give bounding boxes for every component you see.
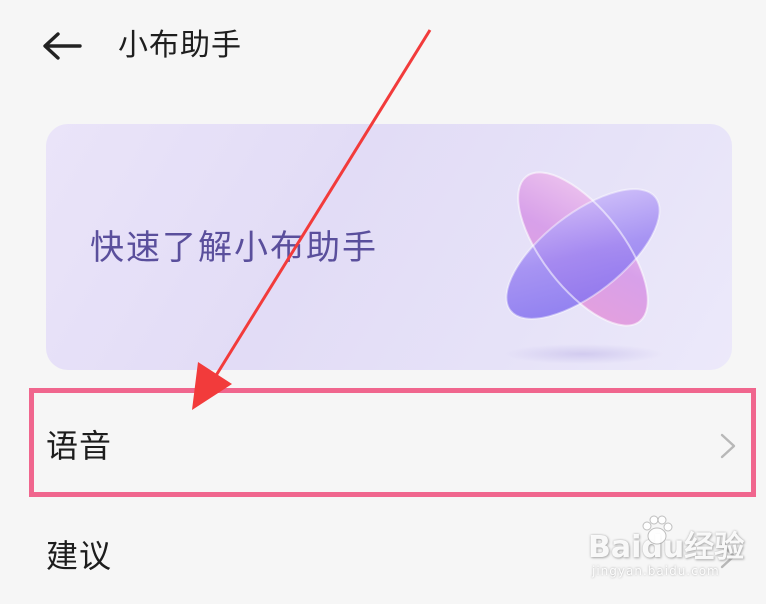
list-item-voice[interactable]: 语音 <box>0 398 766 494</box>
chevron-right-icon <box>720 543 736 569</box>
intro-banner[interactable]: 快速了解小布助手 <box>46 124 732 370</box>
chevron-right-icon <box>720 433 736 459</box>
list-item-label: 语音 <box>46 427 113 465</box>
list-item-label: 建议 <box>46 537 113 575</box>
page-title: 小布助手 <box>118 28 242 63</box>
banner-title: 快速了解小布助手 <box>90 228 378 268</box>
list-item-suggest[interactable]: 建议 <box>0 508 766 604</box>
app-header: 小布助手 <box>0 0 766 96</box>
back-button[interactable] <box>36 24 88 68</box>
xiaobu-logo-icon <box>503 171 663 364</box>
arrow-left-icon <box>43 32 82 60</box>
